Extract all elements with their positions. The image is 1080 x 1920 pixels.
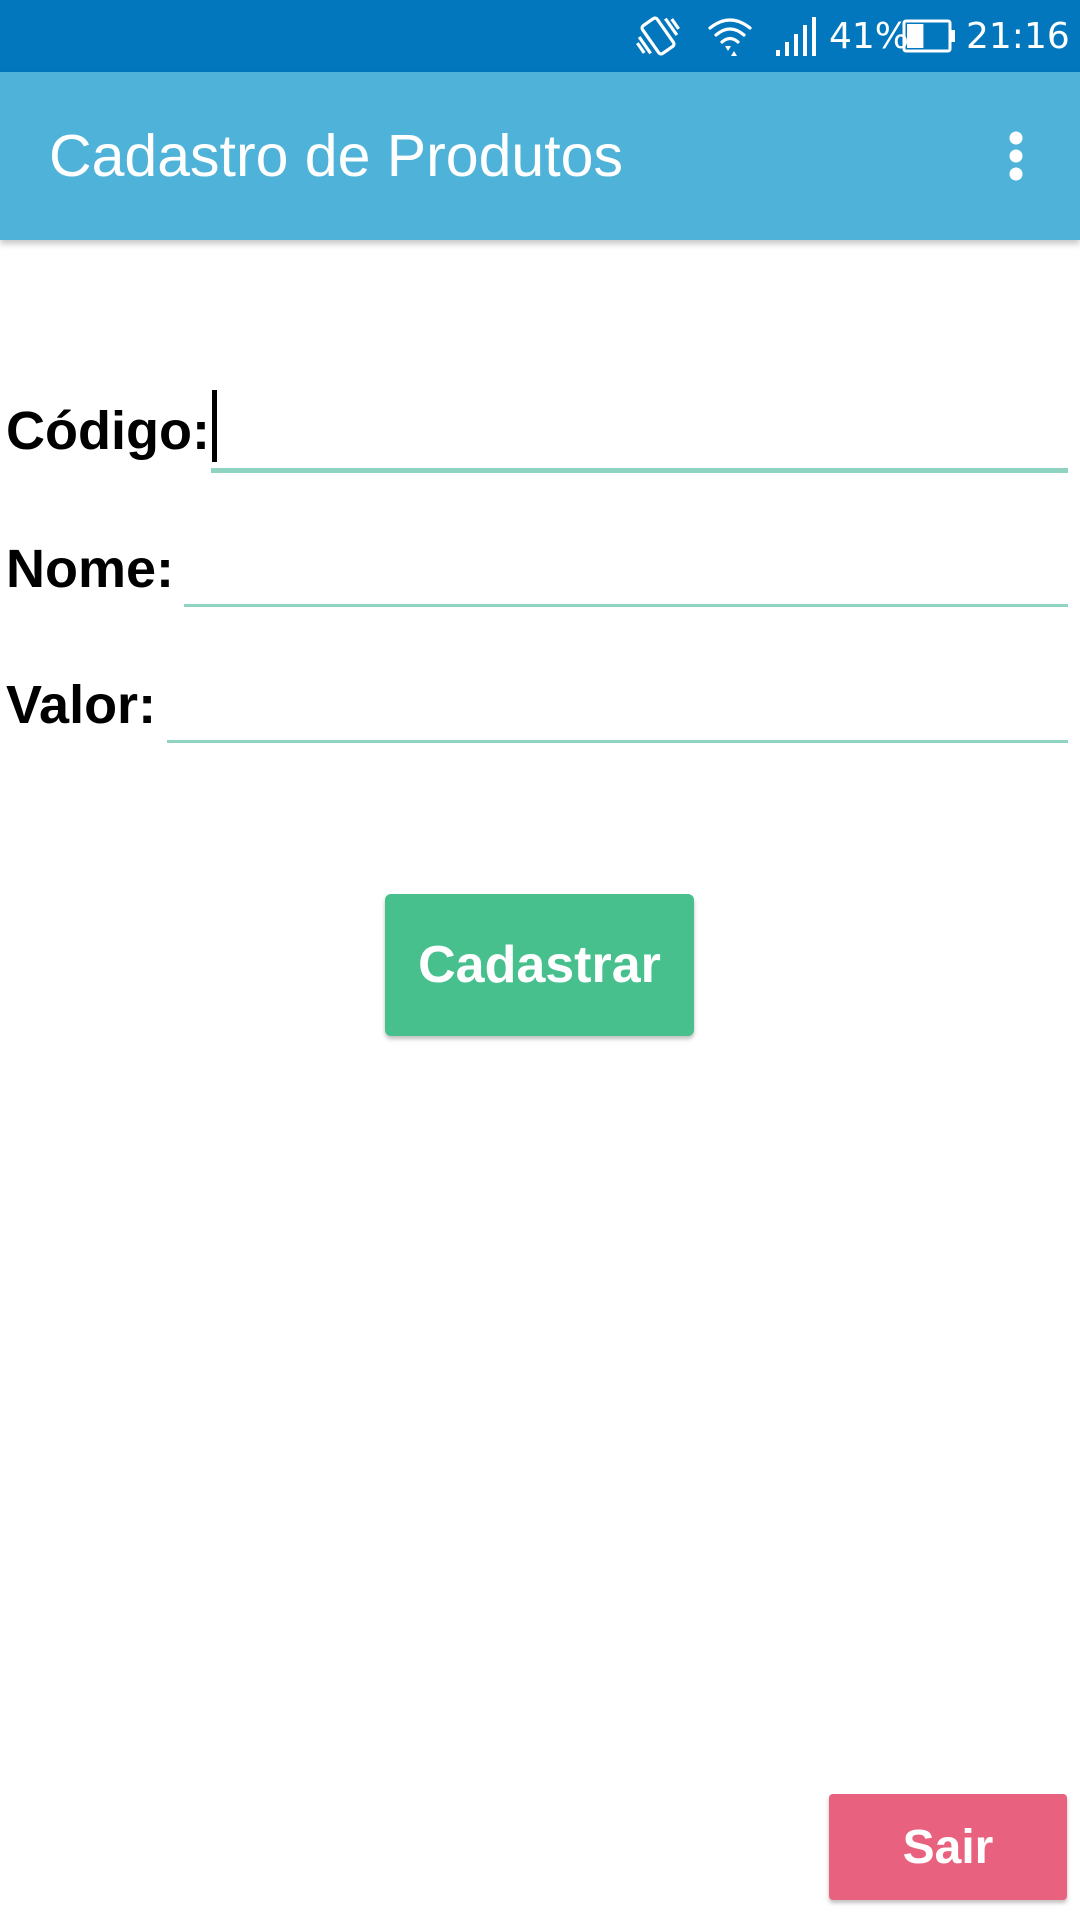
app-title: Cadastro de Produtos xyxy=(49,123,623,189)
sair-button[interactable]: Sair xyxy=(829,1794,1067,1900)
more-vert-icon xyxy=(1009,131,1023,181)
valor-input-underline xyxy=(167,740,1068,743)
overflow-menu-button[interactable] xyxy=(976,116,1056,196)
codigo-input[interactable] xyxy=(211,396,1068,466)
battery-percent: 41% xyxy=(829,15,910,57)
codigo-row: Código: xyxy=(0,390,1080,490)
text-cursor xyxy=(212,390,217,462)
vibrate-icon xyxy=(632,0,684,72)
codigo-label: Código: xyxy=(6,401,210,461)
battery-icon xyxy=(902,0,958,72)
nome-input-underline xyxy=(184,604,1068,607)
nome-label: Nome: xyxy=(6,539,175,599)
valor-input[interactable] xyxy=(167,670,1068,740)
nome-row: Nome: xyxy=(0,530,1080,630)
battery-level-fill xyxy=(907,24,924,48)
nome-input[interactable] xyxy=(184,534,1068,604)
app-screen: 41% 21:16 Cadastro de Produtos Código: N… xyxy=(0,0,1080,1920)
valor-row: Valor: xyxy=(0,666,1080,766)
status-time: 21:16 xyxy=(966,15,1070,57)
status-bar: 41% 21:16 xyxy=(0,0,1080,72)
wifi-icon xyxy=(706,0,754,72)
cadastrar-button[interactable]: Cadastrar xyxy=(385,894,694,1036)
app-bar: Cadastro de Produtos xyxy=(0,72,1080,240)
codigo-input-underline xyxy=(211,468,1068,473)
signal-icon xyxy=(774,0,818,72)
valor-label: Valor: xyxy=(6,675,157,735)
